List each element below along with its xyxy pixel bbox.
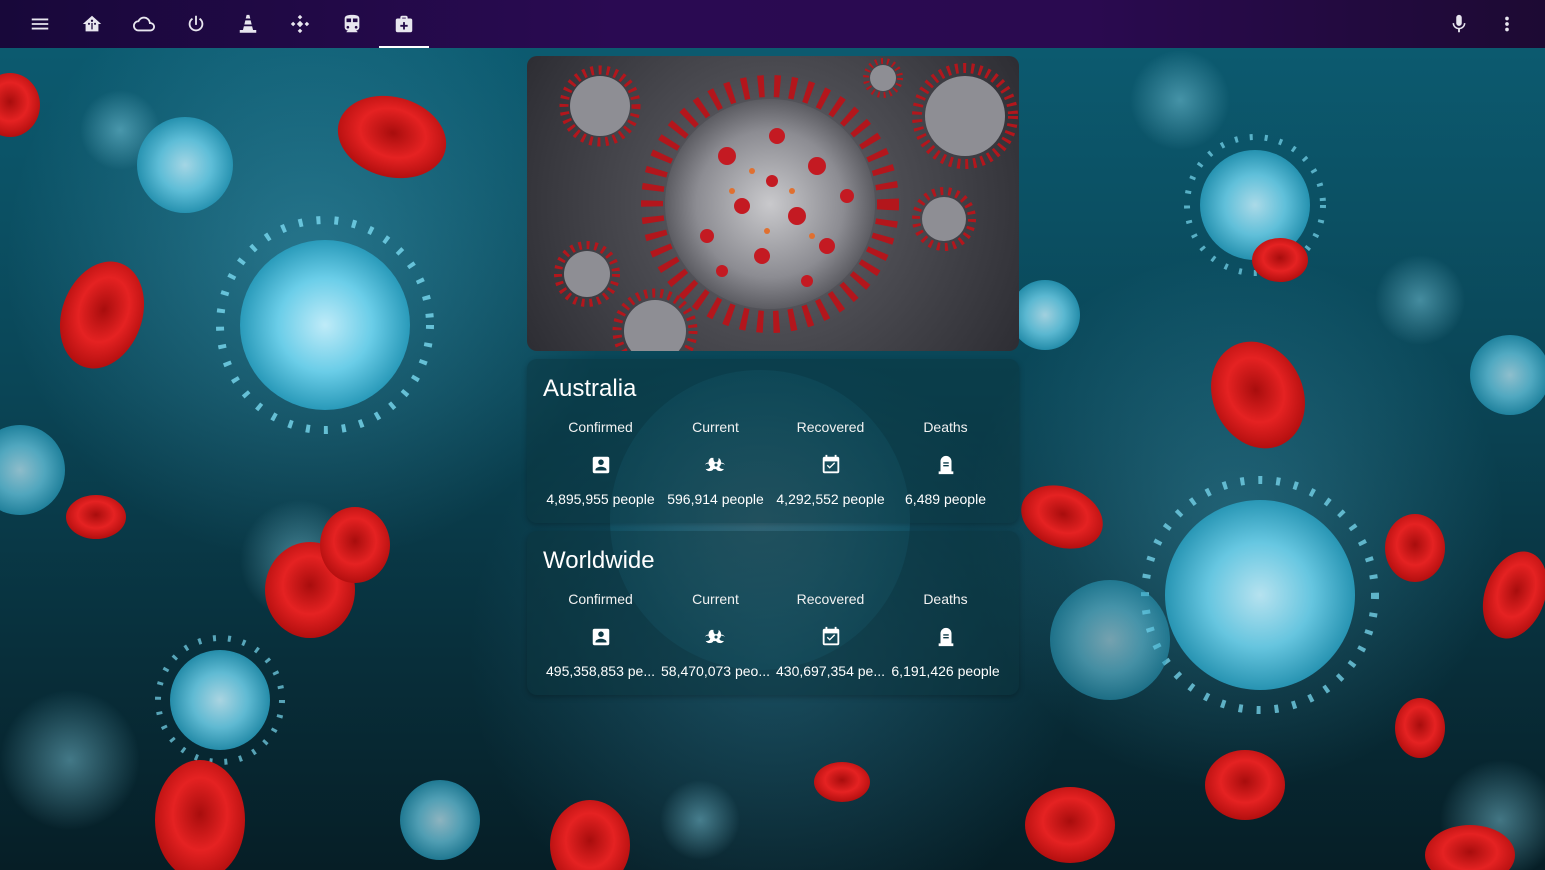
stat-value: 6,489 people: [905, 491, 986, 507]
cloud-icon: [133, 16, 155, 32]
stat-value: 596,914 people: [667, 491, 764, 507]
stat-recovered[interactable]: Recovered 4,292,552 people: [773, 417, 888, 509]
stat-deaths[interactable]: Deaths 6,191,426 people: [888, 589, 1003, 681]
view-tabs: [0, 0, 430, 48]
stat-label: Deaths: [923, 591, 968, 607]
vlc-cone-icon: [239, 14, 257, 33]
stat-deaths[interactable]: Deaths 6,489 people: [888, 417, 1003, 509]
stat-value: 6,191,426 people: [891, 663, 1000, 679]
grave-stone-icon: [938, 627, 953, 647]
menu-button[interactable]: [14, 0, 66, 48]
stat-label: Recovered: [796, 591, 865, 607]
coronavirus-illustration: [554, 58, 1018, 351]
calendar-check-icon: [822, 626, 839, 646]
stat-value: 58,470,073 peo...: [661, 663, 770, 679]
stat-value: 495,358,853 pe...: [546, 663, 655, 679]
power-icon: [188, 15, 204, 32]
card-title: Australia: [543, 375, 637, 402]
worldwide-stats-card: Worldwide Confirmed 495,358,853 pe... Cu…: [527, 531, 1019, 695]
main-column: Australia Confirmed 4,895,955 people Cur…: [527, 56, 1019, 695]
account-box-icon: [592, 456, 609, 474]
tab-weather[interactable]: [118, 0, 170, 48]
stat-current[interactable]: Current 596,914 people: [658, 417, 773, 509]
account-box-icon: [592, 628, 609, 646]
toolbar-actions: [1435, 0, 1545, 48]
stats-row: Confirmed 495,358,853 pe... Current 58,4…: [543, 589, 1003, 681]
stat-label: Confirmed: [568, 419, 633, 435]
grave-stone-icon: [938, 455, 953, 475]
tab-power[interactable]: [170, 0, 222, 48]
tab-home-assistant[interactable]: [66, 0, 118, 48]
biohazard-icon: [704, 457, 725, 472]
card-title: Worldwide: [543, 547, 655, 574]
tab-train[interactable]: [326, 0, 378, 48]
stat-confirmed[interactable]: Confirmed 495,358,853 pe...: [543, 589, 658, 681]
stat-label: Current: [692, 591, 739, 607]
train-icon: [344, 14, 360, 33]
tab-covid[interactable]: [378, 0, 430, 48]
coronavirus-picture-card: [527, 56, 1019, 351]
stat-label: Recovered: [796, 419, 865, 435]
stat-label: Deaths: [923, 419, 968, 435]
top-app-bar: [0, 0, 1545, 48]
stat-label: Current: [692, 419, 739, 435]
home-assistant-icon: [82, 15, 102, 32]
stat-confirmed[interactable]: Confirmed 4,895,955 people: [543, 417, 658, 509]
hamburger-menu-icon: [31, 18, 49, 30]
stat-current[interactable]: Current 58,470,073 peo...: [658, 589, 773, 681]
tab-vlc[interactable]: [222, 0, 274, 48]
stat-recovered[interactable]: Recovered 430,697,354 pe...: [773, 589, 888, 681]
microphone-icon: [1452, 14, 1466, 33]
stat-value: 4,895,955 people: [546, 491, 655, 507]
biohazard-icon: [704, 629, 725, 644]
medical-bag-icon: [395, 15, 413, 33]
voice-button[interactable]: [1435, 0, 1483, 48]
australia-stats-card: Australia Confirmed 4,895,955 people Cur…: [527, 359, 1019, 523]
stat-value: 4,292,552 people: [776, 491, 885, 507]
overflow-menu-button[interactable]: [1483, 0, 1531, 48]
more-vertical-icon: [1505, 16, 1509, 32]
kodi-icon: [290, 14, 310, 34]
tab-kodi[interactable]: [274, 0, 326, 48]
stat-value: 430,697,354 pe...: [776, 663, 885, 679]
calendar-check-icon: [822, 454, 839, 474]
stats-row: Confirmed 4,895,955 people Current 596,9…: [543, 417, 1003, 509]
stat-label: Confirmed: [568, 591, 633, 607]
